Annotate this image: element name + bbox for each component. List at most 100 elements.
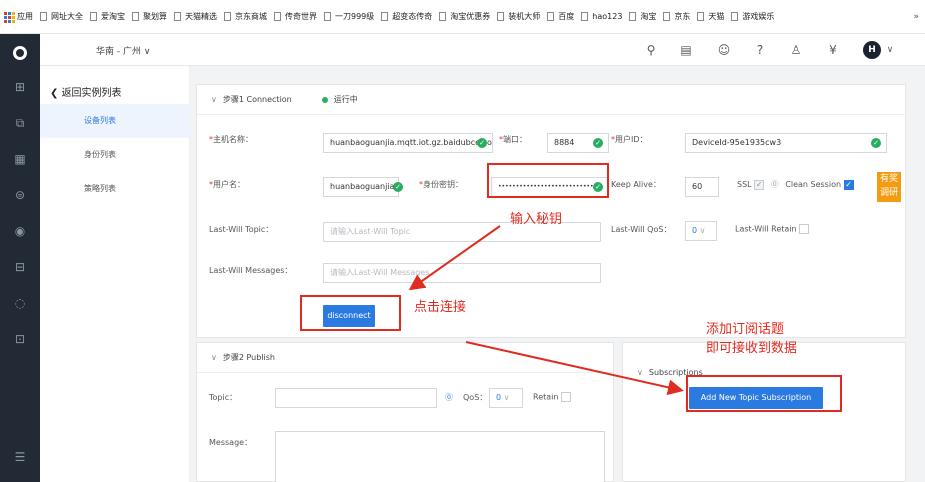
host-input[interactable]: huanbaoguanjia.mqtt.iot.gz.baidubce.com — [323, 133, 493, 153]
will-retain-checkbox[interactable] — [799, 224, 810, 234]
bookmark-item[interactable]: 淘宝优惠券 — [439, 11, 490, 22]
inbox-icon[interactable]: ⊡ — [12, 332, 28, 346]
secondary-sidebar: ❮ 返回实例列表 设备列表 身份列表 策略列表 — [40, 66, 190, 482]
sidebar-item-identities[interactable]: 身份列表 — [40, 138, 190, 172]
top-header: 华南 - 广州 ∨ ⚲ ▤ ☺ ? ♙ ¥ H ∨ — [40, 34, 925, 66]
keepalive-label: Keep Alive： — [611, 180, 661, 189]
database-icon[interactable]: ⊟ — [12, 260, 28, 274]
retain-option[interactable]: Retain — [533, 392, 571, 402]
message-icon[interactable]: ☺ — [716, 42, 732, 58]
check-circle-icon: ✓ — [477, 138, 487, 148]
survey-tag[interactable]: 有奖调研 — [877, 172, 901, 202]
page-icon — [381, 12, 389, 21]
bookmarks-bar: 应用 网址大全 爱淘宝 聚划算 天猫精选 京东商城 传奇世界 一刀999级 超变… — [0, 0, 925, 34]
chevron-down-icon: ∨ — [699, 226, 706, 235]
clean-session-checkbox[interactable]: ✓ — [843, 179, 854, 190]
bookmark-item[interactable]: hao123 — [581, 12, 622, 21]
page-icon — [40, 12, 47, 21]
page-icon — [663, 12, 671, 21]
ssl-option[interactable]: SSL ✓ ⓪ Clean Session ✓ — [737, 179, 854, 190]
bookmark-item[interactable]: 天猫精选 — [174, 11, 217, 22]
retain-checkbox[interactable] — [561, 392, 571, 402]
bookmark-item[interactable]: 超变态传奇 — [381, 11, 432, 22]
help-icon[interactable]: ? — [752, 42, 768, 58]
sidebar-item-policies[interactable]: 策略列表 — [40, 172, 190, 206]
org-icon[interactable]: ♙ — [788, 42, 804, 58]
region-selector[interactable]: 华南 - 广州 ∨ — [96, 44, 150, 57]
connection-panel-header[interactable]: ∨ 步骤1 Connection 运行中 — [197, 85, 905, 115]
chevron-left-icon: ❮ — [50, 88, 62, 99]
chevron-down-icon[interactable]: ∨ — [882, 42, 898, 58]
message-input[interactable] — [275, 431, 605, 482]
bookmark-item[interactable]: 一刀999级 — [324, 11, 374, 22]
bookmark-item[interactable]: 传奇世界 — [274, 11, 317, 22]
document-icon[interactable]: ▤ — [678, 42, 694, 58]
topic-label: Topic： — [209, 393, 238, 402]
publish-panel-header[interactable]: ∨ 步骤2 Publish — [197, 343, 613, 373]
bookmark-item[interactable]: 京东商城 — [224, 11, 267, 22]
annotation-input-secret: 输入秘钥 — [510, 212, 563, 227]
secret-label: *身份密钥： — [419, 180, 463, 189]
secret-highlight-box — [487, 163, 609, 198]
help-icon: ⓪ — [445, 393, 453, 402]
will-messages-input[interactable]: 请输入Last-Will Messages — [323, 263, 601, 283]
topic-input[interactable] — [275, 388, 437, 408]
bookmark-item[interactable]: 百度 — [547, 11, 574, 22]
page-icon — [547, 12, 555, 21]
page-icon — [90, 12, 97, 21]
disconnect-highlight-box — [300, 295, 401, 331]
will-retain-option[interactable]: Last-Will Retain — [735, 224, 810, 234]
bookmark-item[interactable]: 淘宝 — [629, 11, 656, 22]
annotation-click-connect: 点击连接 — [414, 300, 467, 315]
qos-select[interactable]: 0 ∨ — [489, 388, 523, 408]
bookmark-item[interactable]: 天猫 — [697, 11, 724, 22]
bookmark-item[interactable]: 网址大全 — [40, 11, 83, 22]
globe-icon[interactable]: ◌ — [12, 296, 28, 310]
message-label: Message： — [209, 438, 253, 447]
bookmark-item[interactable]: 装机大师 — [497, 11, 540, 22]
bookmark-item[interactable]: 京东 — [663, 11, 690, 22]
check-circle-icon: ✓ — [871, 138, 881, 148]
will-qos-select[interactable]: 0 ∨ — [685, 221, 717, 241]
host-label: *主机名称： — [209, 135, 253, 144]
qos-label: QoS： — [463, 393, 488, 402]
dashboard-icon[interactable]: ⊞ — [12, 80, 28, 94]
main-sidebar: ⊞ ⧉ ▦ ⊜ ◉ ⊟ ◌ ⊡ ☰ — [0, 34, 40, 482]
menu-icon[interactable]: ☰ — [12, 450, 28, 464]
subscription-highlight-box — [686, 375, 842, 412]
bookmark-apps[interactable]: 应用 — [4, 11, 33, 23]
network-icon[interactable]: ⧉ — [12, 116, 28, 130]
bookmark-item[interactable]: 聚划算 — [132, 11, 167, 22]
page-icon — [697, 12, 705, 21]
keepalive-input[interactable]: 60 — [685, 177, 719, 197]
currency-icon[interactable]: ¥ — [825, 42, 841, 58]
avatar[interactable]: H — [863, 41, 881, 59]
page-icon — [132, 12, 139, 21]
logo-icon[interactable] — [13, 46, 27, 60]
bookmark-item[interactable]: 游戏娱乐 — [731, 11, 774, 22]
will-qos-label: Last-Will QoS： — [611, 225, 672, 234]
status-dot-icon — [321, 96, 328, 103]
search-icon[interactable]: ⚲ — [643, 42, 659, 58]
eye-icon[interactable]: ◉ — [12, 224, 28, 238]
page-icon — [629, 12, 637, 21]
page-icon — [439, 12, 447, 21]
storage-icon[interactable]: ⊜ — [12, 188, 28, 202]
check-circle-icon: ✓ — [393, 182, 403, 192]
chevron-down-icon: ∨ — [211, 353, 217, 362]
help-icon: ⓪ — [770, 180, 779, 189]
page-icon — [224, 12, 231, 21]
back-to-instances-link[interactable]: ❮ 返回实例列表 — [50, 84, 122, 99]
bookmarks-more-button[interactable]: » — [913, 12, 919, 22]
ssl-checkbox[interactable]: ✓ — [754, 179, 765, 190]
bookmark-item[interactable]: 爱淘宝 — [90, 11, 125, 22]
port-label: *端口： — [499, 135, 527, 144]
username-input[interactable]: huanbaoguanjia/ne — [323, 177, 399, 197]
grid-icon[interactable]: ▦ — [12, 152, 28, 166]
user-id-input[interactable]: DeviceId-95e1935cw3 — [685, 133, 887, 153]
page-icon — [497, 12, 505, 21]
sidebar-item-devices[interactable]: 设备列表 — [40, 104, 190, 138]
status-text: 运行中 — [333, 95, 358, 104]
will-topic-label: Last-Will Topic： — [209, 225, 274, 234]
page-icon — [731, 12, 739, 21]
